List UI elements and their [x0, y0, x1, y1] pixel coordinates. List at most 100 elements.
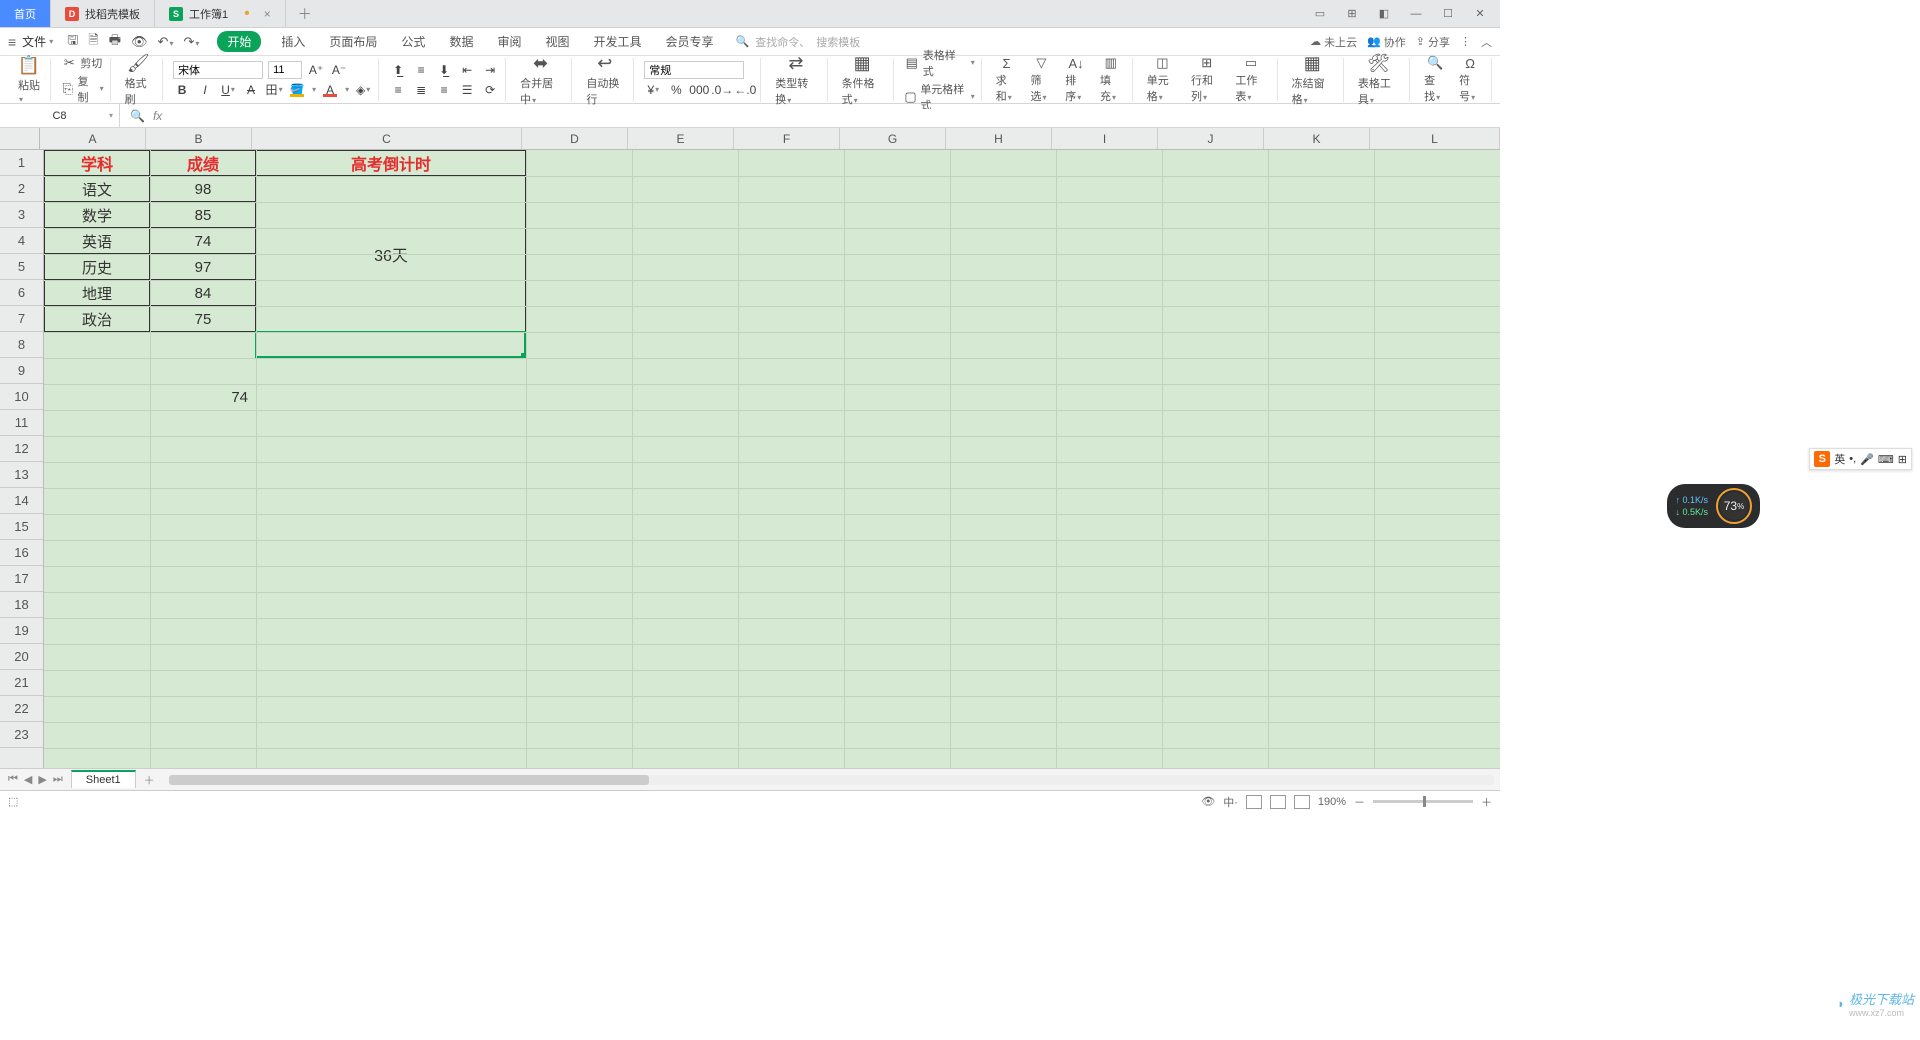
- sheet-add-button[interactable]: ＋: [136, 772, 163, 788]
- sheet-next-icon[interactable]: ▶: [38, 773, 46, 786]
- eye-icon[interactable]: 👁: [1201, 795, 1215, 808]
- col-header-c[interactable]: C: [252, 128, 522, 149]
- ime-keyboard-icon[interactable]: ⌨: [1878, 453, 1894, 466]
- ime-lang[interactable]: 英: [1834, 451, 1845, 467]
- search-fx-icon[interactable]: 🔍: [130, 109, 145, 123]
- hscroll[interactable]: [169, 775, 1494, 785]
- type-convert-button[interactable]: ⇄类型转换▾: [771, 52, 820, 107]
- lang-icon[interactable]: 中·: [1223, 794, 1238, 810]
- more-icon[interactable]: ⋮: [1460, 35, 1471, 48]
- sort-button[interactable]: A↓排序▾: [1061, 55, 1091, 104]
- formula-input[interactable]: [170, 109, 1490, 123]
- merge-center-button[interactable]: ⬌合并居中▾: [516, 52, 565, 107]
- find-button[interactable]: 🔍查找▾: [1420, 55, 1450, 104]
- font-name-select[interactable]: [173, 61, 263, 79]
- filter-button[interactable]: ▽筛选▾: [1026, 55, 1056, 104]
- fill-color-button[interactable]: 🪣: [288, 81, 306, 99]
- justify-icon[interactable]: ☰: [458, 81, 476, 99]
- zoom-out-icon[interactable]: －: [1354, 794, 1365, 810]
- col-header-l[interactable]: L: [1370, 128, 1500, 149]
- apps-icon[interactable]: ⊞: [1340, 4, 1364, 24]
- align-bottom-icon[interactable]: ⬇̲: [435, 61, 453, 79]
- row-header-11[interactable]: 11: [0, 410, 43, 436]
- increase-decimal-icon[interactable]: .0→: [713, 81, 731, 99]
- tab-dev[interactable]: 开发工具: [589, 31, 645, 52]
- border-button[interactable]: 田▾: [265, 81, 283, 99]
- italic-button[interactable]: I: [196, 81, 214, 99]
- row-header-9[interactable]: 9: [0, 358, 43, 384]
- cell-a3[interactable]: 数学: [44, 202, 150, 228]
- cell-a1[interactable]: 学科: [44, 150, 150, 176]
- view-page-icon[interactable]: [1270, 795, 1286, 809]
- view-break-icon[interactable]: [1294, 795, 1310, 809]
- cloud-status[interactable]: ☁未上云: [1310, 34, 1357, 50]
- ime-grid-icon[interactable]: ⊞: [1898, 453, 1907, 466]
- col-header-b[interactable]: B: [146, 128, 252, 149]
- freeze-button[interactable]: ▦冻结窗格▾: [1288, 52, 1337, 107]
- format-painter-button[interactable]: 🖌格式刷: [121, 52, 156, 107]
- align-right-icon[interactable]: ≡: [435, 81, 453, 99]
- close-button[interactable]: ✕: [1468, 4, 1492, 24]
- underline-button[interactable]: U▾: [219, 81, 237, 99]
- cell-c1[interactable]: 高考倒计时: [256, 150, 526, 176]
- sum-button[interactable]: Σ求和▾: [992, 55, 1022, 104]
- tab-insert[interactable]: 插入: [277, 31, 309, 52]
- sheet-tab[interactable]: Sheet1: [71, 770, 136, 788]
- row-header-22[interactable]: 22: [0, 696, 43, 722]
- row-header-3[interactable]: 3: [0, 202, 43, 228]
- row-header-8[interactable]: 8: [0, 332, 43, 358]
- decrease-font-icon[interactable]: A⁻: [330, 61, 348, 79]
- col-header-a[interactable]: A: [40, 128, 146, 149]
- paste-button[interactable]: 📋粘贴▾: [14, 54, 44, 105]
- row-header-17[interactable]: 17: [0, 566, 43, 592]
- cell-b4[interactable]: 74: [150, 228, 256, 254]
- command-search[interactable]: 🔍 查找命令、搜索模板: [736, 34, 861, 50]
- row-header-13[interactable]: 13: [0, 462, 43, 488]
- cell-a5[interactable]: 历史: [44, 254, 150, 280]
- col-header-j[interactable]: J: [1158, 128, 1264, 149]
- network-widget[interactable]: ↑ 0.1K/s ↓ 0.5K/s 73%: [1667, 484, 1760, 528]
- row-header-4[interactable]: 4: [0, 228, 43, 254]
- cell-b6[interactable]: 84: [150, 280, 256, 306]
- cut-button[interactable]: ✂剪切: [61, 55, 103, 71]
- tab-start[interactable]: 开始: [217, 31, 261, 52]
- print-icon[interactable]: 🖶: [109, 31, 121, 53]
- col-header-h[interactable]: H: [946, 128, 1052, 149]
- undo-icon[interactable]: ↶▾: [158, 34, 174, 50]
- row-header-6[interactable]: 6: [0, 280, 43, 306]
- zoom-slider[interactable]: [1373, 800, 1473, 803]
- row-header-10[interactable]: 10: [0, 384, 43, 410]
- tab-workbook[interactable]: S 工作簿1 • ×: [155, 0, 286, 27]
- save-icon[interactable]: 🖫: [67, 31, 78, 53]
- hamburger-icon[interactable]: ≡: [8, 34, 16, 50]
- zoom-in-icon[interactable]: ＋: [1481, 794, 1492, 810]
- number-format-select[interactable]: [644, 61, 744, 79]
- zoom-value[interactable]: 190%: [1318, 796, 1346, 808]
- collapse-ribbon-icon[interactable]: ︿: [1481, 34, 1492, 50]
- comma-icon[interactable]: 000: [690, 81, 708, 99]
- ime-mic-icon[interactable]: 🎤: [1860, 453, 1874, 466]
- skin-icon[interactable]: ◧: [1372, 4, 1396, 24]
- tab-template[interactable]: D 找稻壳模板: [51, 0, 155, 27]
- row-header-7[interactable]: 7: [0, 306, 43, 332]
- fill-button[interactable]: ▥填充▾: [1096, 55, 1126, 104]
- name-box[interactable]: C8▾: [0, 104, 120, 128]
- minimize-button[interactable]: —: [1404, 4, 1428, 24]
- tab-data[interactable]: 数据: [445, 31, 477, 52]
- sheet-first-icon[interactable]: ⏮: [8, 773, 18, 786]
- maximize-button[interactable]: ☐: [1436, 4, 1460, 24]
- align-center-icon[interactable]: ≣: [412, 81, 430, 99]
- cell-b5[interactable]: 97: [150, 254, 256, 280]
- strike-button[interactable]: A: [242, 81, 260, 99]
- cell-a7[interactable]: 政治: [44, 306, 150, 332]
- align-top-icon[interactable]: ⬆̲: [389, 61, 407, 79]
- sheet-last-icon[interactable]: ⏭: [53, 773, 63, 786]
- font-size-select[interactable]: [268, 61, 302, 79]
- rowcol-button[interactable]: ⊞行和列▾: [1187, 55, 1226, 104]
- copy-button[interactable]: ⎘复制▾: [61, 73, 103, 105]
- cond-format-button[interactable]: ▦条件格式▾: [838, 52, 887, 107]
- symbol-button[interactable]: Ω符号▾: [1455, 55, 1485, 104]
- ime-punct-icon[interactable]: •,: [1849, 453, 1856, 465]
- tab-formula[interactable]: 公式: [397, 31, 429, 52]
- collab-button[interactable]: 👥协作: [1367, 34, 1406, 50]
